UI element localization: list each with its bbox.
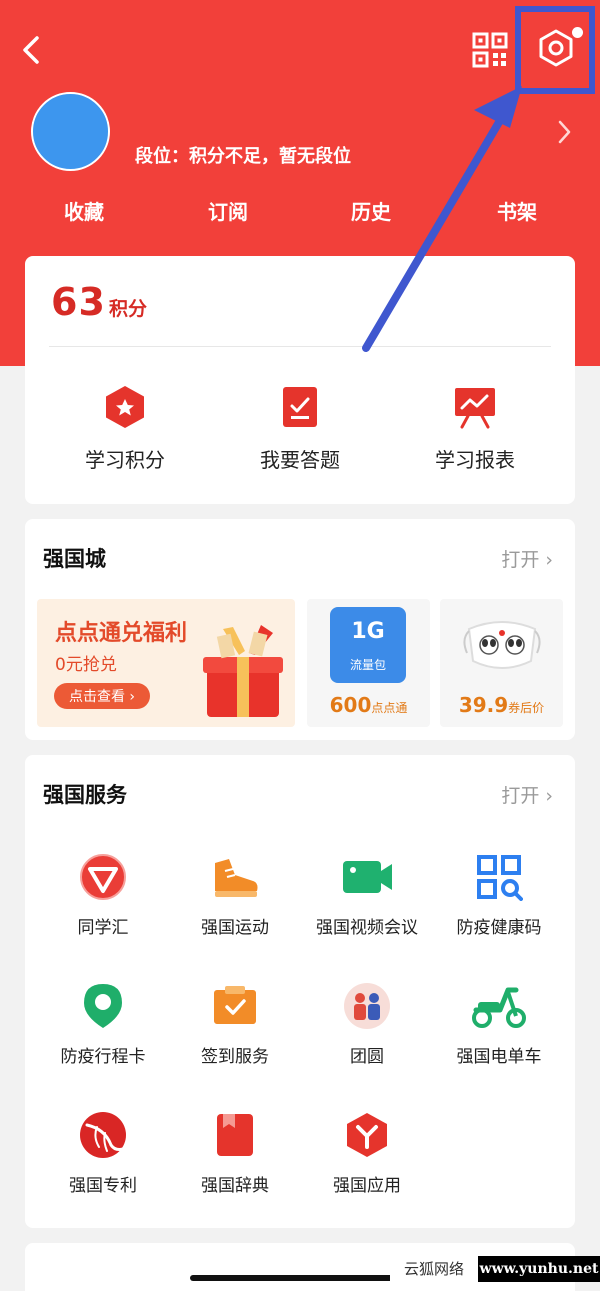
presentation-chart-icon [455,388,495,429]
service-e-bike[interactable]: 强国电单车 [429,982,569,1067]
nav-history[interactable]: 历史 [351,196,391,225]
divider [49,346,551,347]
rank-text[interactable]: 段位：积分不足，暂无段位 [135,142,351,168]
check-in-folder-icon [214,986,256,1024]
notification-dot [572,27,583,38]
family-reunion-icon [344,983,390,1029]
nav-favorites[interactable]: 收藏 [64,196,104,225]
services-title: 强国服务 [43,782,127,807]
health-qr-code-icon [477,855,523,901]
scooter-icon [472,987,526,1028]
product-price: 600点点通 [329,693,408,717]
hexagon-star-icon [106,386,144,428]
settings-button[interactable] [536,28,576,68]
gift-box-icon [203,625,283,717]
tool-study-report[interactable]: 学习报表 [400,384,550,473]
mall-card: 强国城 打开 › 点点通兑福利 0元抢兑 点击查看 › 1G 流量包 600点点… [25,519,575,740]
product-mask[interactable]: 39.9券后价 [440,599,563,727]
qr-code-button[interactable] [472,32,508,68]
classmates-logo-icon [80,854,126,900]
profile-nav: 收藏 订阅 历史 书架 [0,196,600,232]
video-camera-icon [343,861,392,893]
service-classmates[interactable]: 同学汇 [33,853,173,938]
chevron-left-icon [23,36,39,64]
patent-logo-icon [80,1112,126,1158]
service-health-code[interactable]: 防疫健康码 [429,853,569,938]
product-data-plan[interactable]: 1G 流量包 600点点通 [307,599,430,727]
services-open-link[interactable]: 打开 › [501,781,553,808]
hexagon-apps-icon [347,1113,387,1157]
avatar[interactable] [31,92,110,171]
rank-chevron-right-icon[interactable] [552,118,576,146]
data-plan-card-icon: 1G 流量包 [330,607,406,683]
gear-icon [539,29,573,67]
service-dictionary[interactable]: 强国辞典 [165,1111,305,1196]
points-value[interactable]: 63 [51,280,106,324]
qr-code-icon [472,32,508,68]
service-patent[interactable]: 强国专利 [33,1111,173,1196]
service-reunion[interactable]: 团圆 [297,982,437,1067]
nav-bookshelf[interactable]: 书架 [497,196,537,225]
services-card: 强国服务 打开 › 同学汇 强国运动 强国视频会议 防疫健康码 防疫行程卡 签到… [25,755,575,1228]
mall-open-link[interactable]: 打开 › [501,545,553,572]
tool-answer-questions[interactable]: 我要答题 [225,384,375,473]
view-button[interactable]: 点击查看 › [54,683,150,709]
location-pin-icon [84,984,122,1028]
sneaker-icon [215,859,258,897]
watermark: 云狐网络 www.yunhu.net [390,1256,600,1282]
quiz-check-icon [283,387,317,427]
dictionary-book-icon [217,1114,253,1156]
panda-mask-icon [463,621,541,669]
service-travel-card[interactable]: 防疫行程卡 [33,982,173,1067]
mall-title: 强国城 [43,546,106,571]
service-sports[interactable]: 强国运动 [165,853,305,938]
nav-subscriptions[interactable]: 订阅 [208,196,248,225]
back-button[interactable] [14,30,48,70]
service-apps[interactable]: 强国应用 [297,1111,437,1196]
service-check-in[interactable]: 签到服务 [165,982,305,1067]
points-card: 63 积分 学习积分 我要答题 学习报表 [25,256,575,504]
service-video-meeting[interactable]: 强国视频会议 [297,853,437,938]
mall-banner[interactable]: 点点通兑福利 0元抢兑 点击查看 › [37,599,295,727]
home-indicator[interactable] [190,1275,410,1281]
points-unit: 积分 [109,298,148,320]
tool-study-points[interactable]: 学习积分 [50,384,200,473]
product-price: 39.9券后价 [458,693,545,717]
